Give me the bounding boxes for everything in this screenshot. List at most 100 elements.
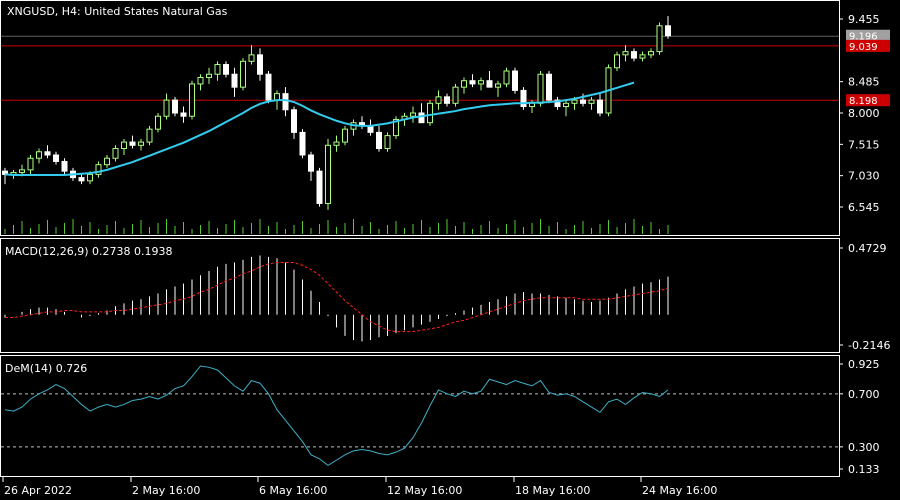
axis-tick-label: 0.700	[848, 388, 880, 401]
time-tick-label: 18 May 16:00	[515, 484, 590, 497]
candle-body	[27, 157, 34, 171]
candle-body	[325, 144, 331, 204]
symbol-title: XNGUSD, H4: United States Natural Gas	[7, 5, 228, 18]
candle-body	[87, 173, 93, 182]
candle-body	[206, 73, 212, 78]
candle-body	[172, 99, 178, 114]
candle-body	[597, 99, 603, 114]
candle-body	[427, 102, 433, 124]
time-tick-label: 2 May 16:00	[132, 484, 200, 497]
candle-body	[180, 112, 187, 117]
candle-body	[138, 141, 144, 146]
candle-body	[248, 54, 255, 62]
dem-panel-frame	[0, 355, 840, 477]
candle-body	[333, 141, 340, 146]
candle-body	[537, 73, 544, 104]
time-axis[interactable]: 26 Apr 2022 2 May 16:00 6 May 16:00 12 May …	[2, 477, 717, 497]
axis-tick-label: 0.925	[848, 358, 880, 371]
candle-body	[146, 128, 153, 143]
candle-body	[240, 60, 246, 88]
candle-body	[299, 131, 306, 156]
candle-body	[410, 112, 416, 117]
price-tags: 9.1969.0398.198	[846, 29, 890, 107]
axis-tick-label: 0.4729	[848, 242, 887, 255]
candle-body	[44, 151, 51, 156]
axis-tick-label: 8.485	[848, 76, 880, 89]
candle-body	[588, 99, 595, 104]
candle-body	[257, 54, 263, 75]
candle-body	[563, 102, 569, 108]
macd-label: MACD(12,26,9) 0.2738 0.1938	[5, 245, 173, 258]
candle-body	[214, 64, 221, 75]
candle-body	[61, 160, 68, 172]
candle-body	[665, 25, 671, 37]
candle-body	[478, 80, 484, 85]
demarker-line	[4, 365, 669, 467]
time-tick-label: 26 Apr 2022	[4, 484, 72, 497]
candle-body	[495, 83, 501, 88]
candle-body	[435, 96, 442, 104]
candle-body	[631, 51, 637, 59]
candle-body	[316, 170, 323, 204]
price-tag-text: 8.198	[849, 96, 878, 107]
candle-body	[452, 86, 459, 104]
candle-body	[104, 157, 110, 166]
candlestick-series[interactable]	[2, 16, 671, 210]
candle-body	[112, 148, 119, 159]
candle-body	[163, 99, 170, 117]
candle-body	[282, 93, 289, 111]
candle-body	[461, 80, 467, 88]
axis-tick-label: 9.455	[848, 13, 880, 26]
candle-body	[469, 80, 476, 85]
time-tick-label: 12 May 16:00	[387, 484, 462, 497]
macd-axis[interactable]: 0.4729 -0.2146	[839, 242, 890, 352]
time-tick-label: 6 May 16:00	[259, 484, 327, 497]
dem-label: DeM(14) 0.726	[5, 362, 87, 375]
candle-body	[639, 54, 646, 59]
candle-body	[614, 54, 620, 69]
axis-tick-label: 0.133	[848, 463, 880, 476]
candle-body	[342, 128, 348, 143]
candle-body	[291, 109, 297, 133]
candle-body	[19, 169, 25, 173]
axis-tick-label: 0.300	[848, 441, 880, 454]
candle-body	[129, 141, 136, 146]
candle-body	[418, 112, 425, 124]
candle-body	[384, 135, 391, 150]
candle-body	[53, 154, 59, 162]
candle-body	[486, 80, 493, 88]
candle-body	[656, 25, 663, 53]
axis-tick-label: 7.030	[848, 170, 880, 183]
candle-body	[78, 177, 85, 182]
candle-body	[580, 99, 586, 104]
candle-body	[223, 64, 229, 75]
candle-body	[376, 131, 382, 150]
candle-body	[546, 73, 552, 101]
dem-axis[interactable]: 0.925 0.700 0.300 0.133	[839, 358, 880, 476]
candle-body	[622, 51, 629, 56]
axis-tick-label: 8.000	[848, 107, 880, 120]
candle-body	[155, 115, 161, 130]
trading-chart[interactable]: XNGUSD, H4: United States Natural Gas MA…	[0, 0, 900, 500]
macd-histogram	[4, 255, 669, 342]
candle-body	[197, 76, 204, 85]
candle-body	[512, 70, 518, 91]
candle-body	[503, 70, 510, 85]
axis-tick-label: 7.515	[848, 138, 880, 151]
dem-level-lines	[1, 393, 839, 448]
volume-bars	[4, 219, 669, 234]
time-tick-label: 24 May 16:00	[642, 484, 717, 497]
candle-body	[444, 96, 450, 104]
candle-body	[308, 154, 314, 172]
price-level-lines	[1, 35, 839, 101]
candle-body	[121, 141, 127, 150]
price-tag-text: 9.039	[849, 42, 878, 53]
axis-tick-label: -0.2146	[848, 339, 890, 352]
candle-body	[231, 73, 238, 88]
candle-body	[36, 151, 42, 159]
candle-body	[189, 83, 195, 117]
candle-body	[648, 51, 654, 56]
candle-body	[265, 73, 272, 101]
candle-body	[571, 99, 578, 104]
axis-tick-label: 6.545	[848, 201, 880, 214]
